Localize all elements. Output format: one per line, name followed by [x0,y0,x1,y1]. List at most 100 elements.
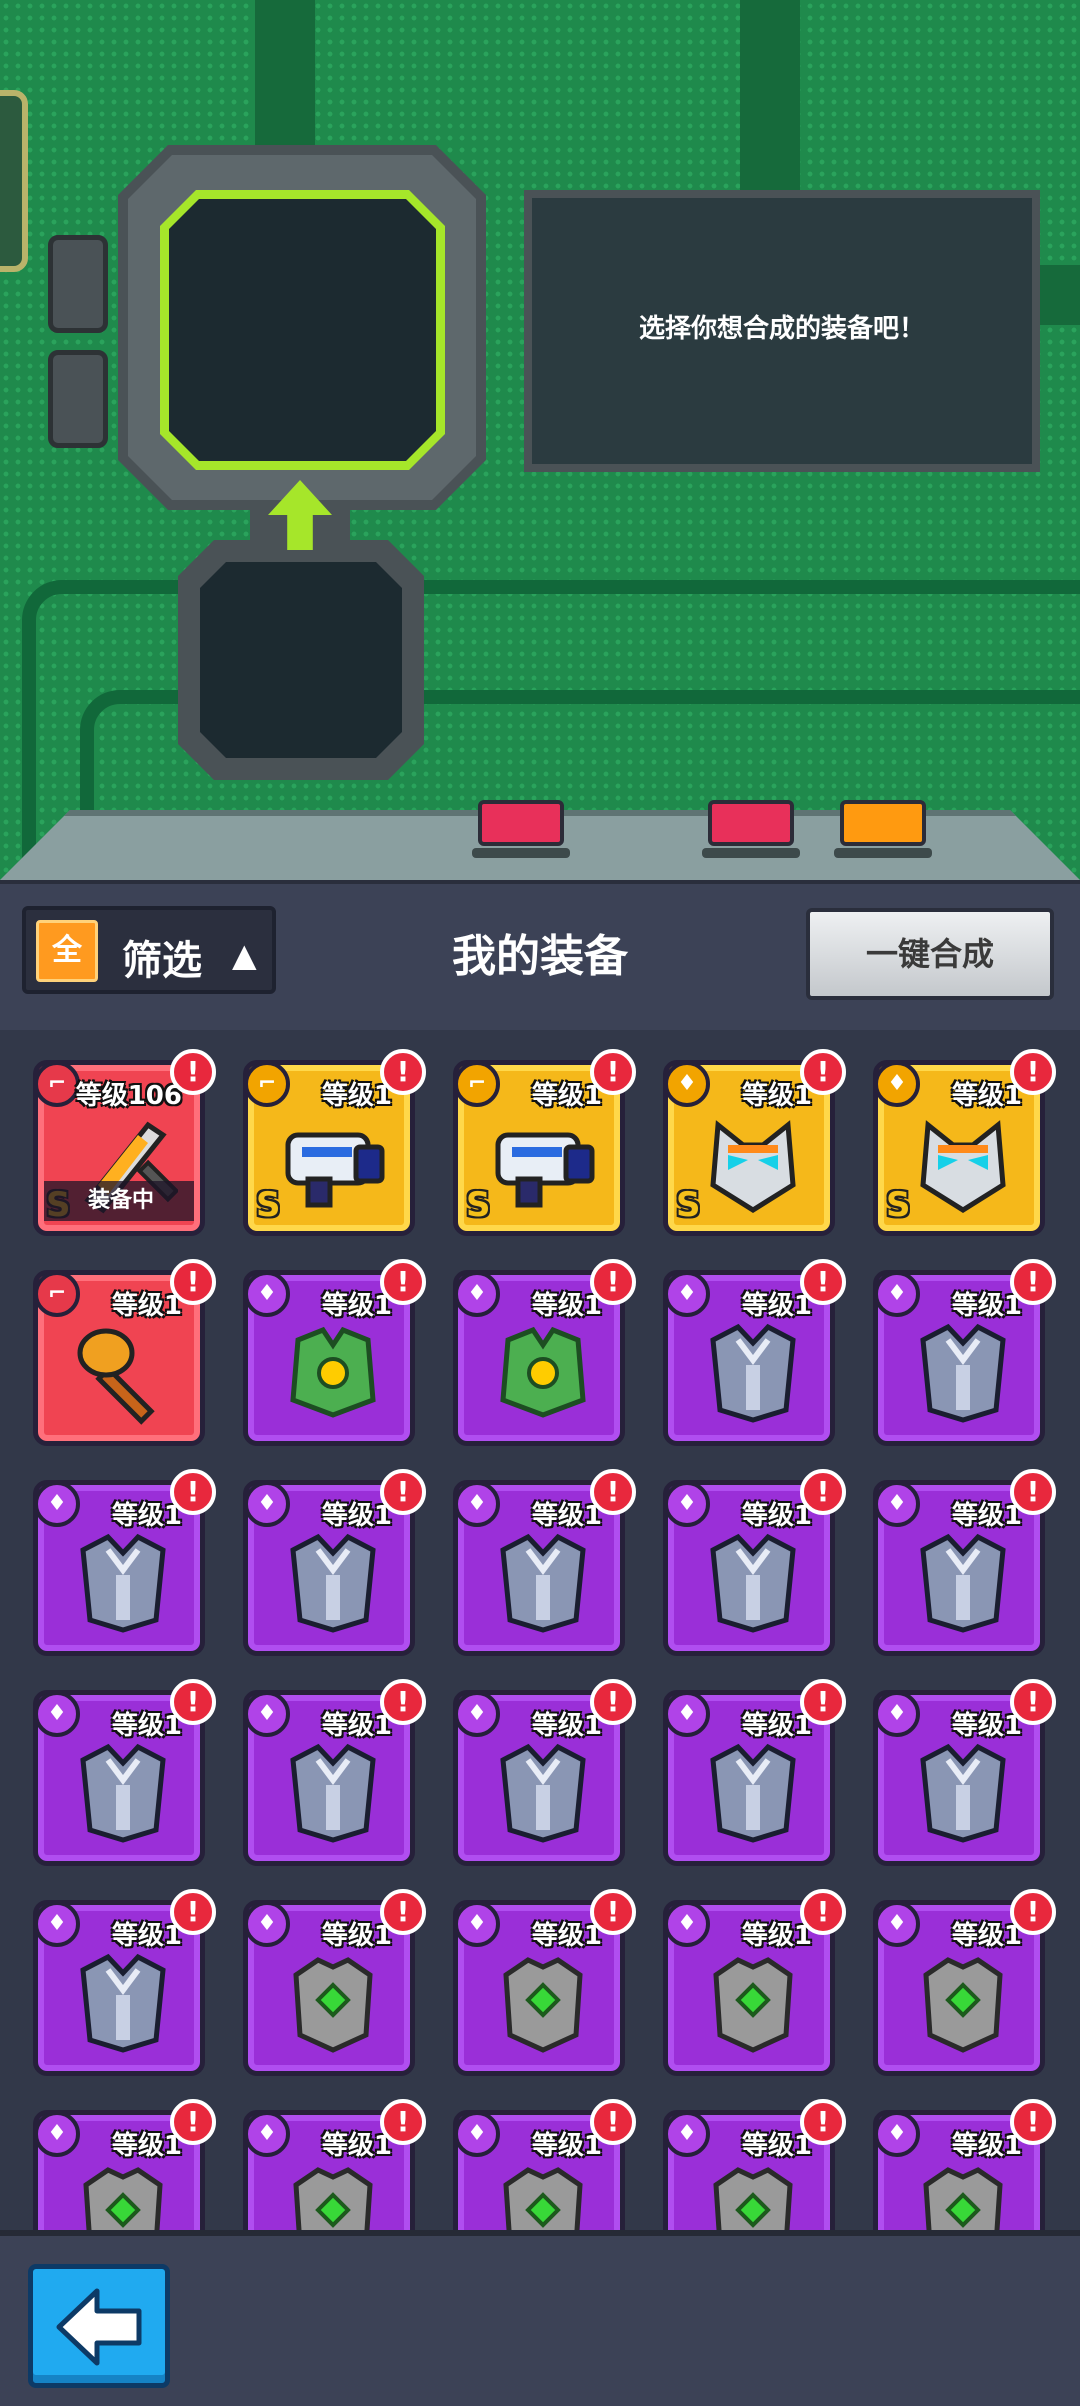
shirt-icon: ♦ [34,1901,80,1947]
equipment-slot[interactable]: ♦ 等级1! [663,2099,846,2230]
result-slot[interactable] [160,190,445,470]
robot-helmet-icon [920,1120,1006,1213]
gun-icon: ⌐ [34,1061,80,1107]
alert-badge: ! [1010,2099,1056,2145]
pipe [1040,265,1080,325]
equipment-slot[interactable]: ♦ 等级1! [243,1889,426,2076]
stone-armor-icon [923,1957,1003,2053]
steel-armor-icon [80,1953,166,2053]
steel-armor-icon [710,1533,796,1633]
material-slot[interactable] [200,562,402,758]
shirt-icon: ♦ [874,1271,920,1317]
equipment-slot[interactable]: ♦ 等级1! [243,1469,426,1656]
steel-armor-icon [920,1533,1006,1633]
equipment-slot[interactable]: ⌐ 等级1 S! [243,1049,426,1236]
equipment-slot[interactable]: ♦ 等级1! [873,1889,1056,2076]
shirt-icon: ♦ [244,1271,290,1317]
alert-badge: ! [800,2099,846,2145]
shirt-icon: ♦ [664,1901,710,1947]
steel-armor-icon [710,1323,796,1423]
stone-armor-icon [923,2167,1003,2230]
hammer-icon [77,1328,155,1425]
equipment-slot[interactable]: ♦ 等级1! [453,1679,636,1866]
shirt-icon: ♦ [664,1691,710,1737]
equipment-slot[interactable]: ♦ 等级1! [663,1889,846,2076]
equipment-slot[interactable]: ♦ 等级1! [663,1679,846,1866]
alert-badge: ! [380,2099,426,2145]
filter-button[interactable]: 全 筛选 ▲ [22,906,276,994]
steel-armor-icon [290,1533,376,1633]
stone-armor-icon [83,2167,163,2230]
press-button-red[interactable] [702,800,800,858]
alert-badge: ! [170,1469,216,1515]
equipment-slot[interactable]: ♦ 等级1! [453,2099,636,2230]
equipment-toolbar: 全 筛选 ▲ 我的装备 一键合成 [0,880,1080,1034]
equipment-slot[interactable]: ♦ 等级1! [663,1259,846,1446]
stone-armor-icon [293,1957,373,2053]
merge-all-button[interactable]: 一键合成 [806,908,1054,1000]
press-button-red[interactable] [472,800,570,858]
alert-badge: ! [590,1889,636,1935]
steel-armor-icon [290,1743,376,1843]
caret-up-icon: ▲ [232,936,257,974]
grade-badge: S [676,1185,701,1225]
alert-badge: ! [800,1469,846,1515]
robot-helmet-icon [710,1120,796,1213]
gun-icon: ⌐ [454,1061,500,1107]
equipment-slot[interactable]: ⌐等级106S装备中! [33,1049,216,1236]
alert-badge: ! [590,1679,636,1725]
alert-badge: ! [1010,1679,1056,1725]
shirt-icon: ♦ [34,2111,80,2157]
shirt-icon: ♦ [34,1481,80,1527]
hint-screen: 选择你想合成的装备吧！ [524,190,1040,472]
equipment-slot[interactable]: ♦ 等级1! [453,1259,636,1446]
machine-knob [48,235,108,333]
equipment-slot[interactable]: ♦ 等级1! [873,1469,1056,1656]
equipment-slot[interactable]: ♦ 等级1! [33,2099,216,2230]
equipment-slot[interactable]: ♦ 等级1 S! [873,1049,1056,1236]
shirt-icon: ♦ [244,1481,290,1527]
bottom-bar [0,2230,1080,2406]
shirt-icon: ♦ [664,1481,710,1527]
pipe [255,0,315,150]
alert-badge: ! [380,1259,426,1305]
equipment-slot[interactable]: ♦ 等级1 S! [663,1049,846,1236]
equipment-slot[interactable]: ♦ 等级1! [243,2099,426,2230]
equipment-slot[interactable]: ♦ 等级1! [873,1679,1056,1866]
merge-machine: 选择你想合成的装备吧！ [0,0,1080,880]
slot-level: 等级106 [75,1081,182,1111]
back-button[interactable] [28,2264,170,2388]
equipment-slot[interactable]: ♦ 等级1! [873,1259,1056,1446]
equipment-slot[interactable]: ♦ 等级1! [873,2099,1056,2230]
press-button-orange[interactable] [834,800,932,858]
equipment-slot[interactable]: ♦ 等级1! [33,1679,216,1866]
alert-badge: ! [1010,1469,1056,1515]
alert-badge: ! [800,1049,846,1095]
equipment-slot[interactable]: ♦ 等级1! [243,1259,426,1446]
shirt-icon: ♦ [664,2111,710,2157]
alert-badge: ! [1010,1889,1056,1935]
equipment-slot[interactable]: ⌐ 等级1! [33,1259,216,1446]
back-arrow-icon [56,2288,142,2366]
alert-badge: ! [170,2099,216,2145]
equipment-slot[interactable]: ♦ 等级1! [453,1469,636,1656]
grade-badge: S [256,1185,281,1225]
equipment-slot[interactable]: ♦ 等级1! [453,1889,636,2076]
alert-badge: ! [590,1259,636,1305]
grade-badge: S [466,1185,491,1225]
shirt-icon: ♦ [874,1061,920,1107]
equipment-slot[interactable]: ⌐ 等级1 S! [453,1049,636,1236]
equipment-grid: ⌐等级106S装备中!⌐等级1S!⌐等级1S!♦等级1S!♦等级1S!⌐等级1!… [0,1030,1080,2230]
shirt-icon: ♦ [664,1061,710,1107]
equipment-slot[interactable]: ♦ 等级1! [33,1469,216,1656]
alert-badge: ! [380,1049,426,1095]
shirt-icon: ♦ [454,2111,500,2157]
alert-badge: ! [1010,1049,1056,1095]
stone-armor-icon [713,1957,793,2053]
equipment-slot[interactable]: ♦ 等级1! [663,1469,846,1656]
alert-badge: ! [800,1679,846,1725]
shirt-icon: ♦ [34,1691,80,1737]
equipment-slot[interactable]: ♦ 等级1! [33,1889,216,2076]
equipment-slot[interactable]: ♦ 等级1! [243,1679,426,1866]
alert-badge: ! [380,1889,426,1935]
